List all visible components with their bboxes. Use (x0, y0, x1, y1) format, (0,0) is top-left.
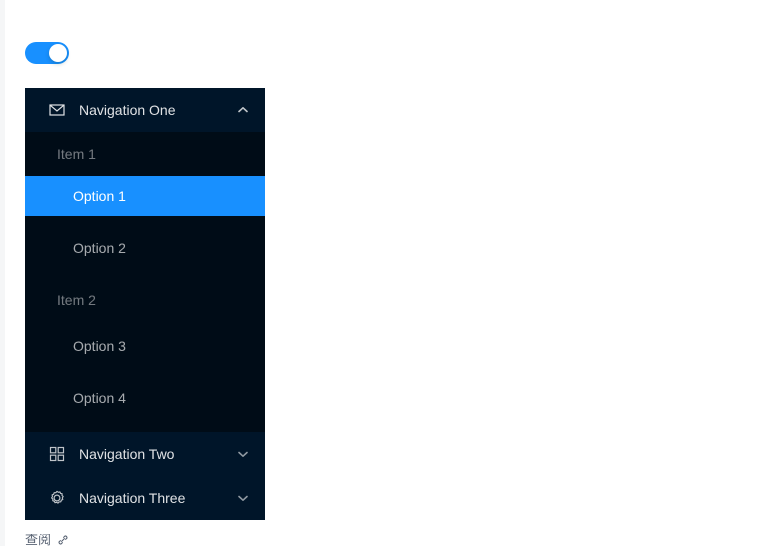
page-left-gutter (0, 0, 5, 546)
gear-icon (49, 490, 65, 506)
toggle-switch-on-icon (49, 44, 67, 62)
sidebar-group-title-item-2: Item 2 (57, 292, 96, 308)
submenu-spacer (25, 318, 265, 322)
sidebar-group-title-item-1: Item 1 (57, 146, 96, 162)
submenu-spacer (25, 422, 265, 432)
sidebar-item-label: Navigation Three (79, 490, 186, 506)
page-content: Navigation One Item 1 Option 1 Option 2 … (25, 0, 777, 546)
appstore-grid-icon (49, 446, 65, 462)
sidebar-submenu-navigation-one: Item 1 Option 1 Option 2 Item 2 Option 3… (25, 132, 265, 432)
collapse-toggle-wrapper (25, 42, 69, 64)
submenu-spacer (25, 370, 265, 374)
sidebar-item-navigation-one[interactable]: Navigation One (25, 88, 265, 132)
sidebar-option-option-2[interactable]: Option 2 (25, 228, 265, 268)
chevron-down-icon[interactable] (237, 492, 249, 504)
bottom-caption-label: 查阅 (25, 534, 52, 546)
submenu-spacer (25, 272, 265, 282)
chevron-up-icon[interactable] (237, 104, 249, 116)
sidebar-option-option-3[interactable]: Option 3 (25, 326, 265, 366)
sidebar-item-navigation-three[interactable]: Navigation Three (25, 476, 265, 520)
collapse-toggle[interactable] (25, 42, 69, 64)
link-icon[interactable] (57, 534, 69, 546)
sidebar-item-label: Navigation One (79, 102, 176, 118)
bottom-caption[interactable]: 查阅 (25, 534, 69, 546)
sidebar-option-option-4[interactable]: Option 4 (25, 378, 265, 418)
chevron-down-icon[interactable] (237, 448, 249, 460)
sidebar-menu: Navigation One Item 1 Option 1 Option 2 … (25, 88, 265, 520)
sidebar-item-navigation-two[interactable]: Navigation Two (25, 432, 265, 476)
sidebar-item-label: Navigation Two (79, 446, 175, 462)
sidebar-option-option-1[interactable]: Option 1 (25, 176, 265, 216)
mail-icon (49, 102, 65, 118)
submenu-spacer (25, 220, 265, 224)
